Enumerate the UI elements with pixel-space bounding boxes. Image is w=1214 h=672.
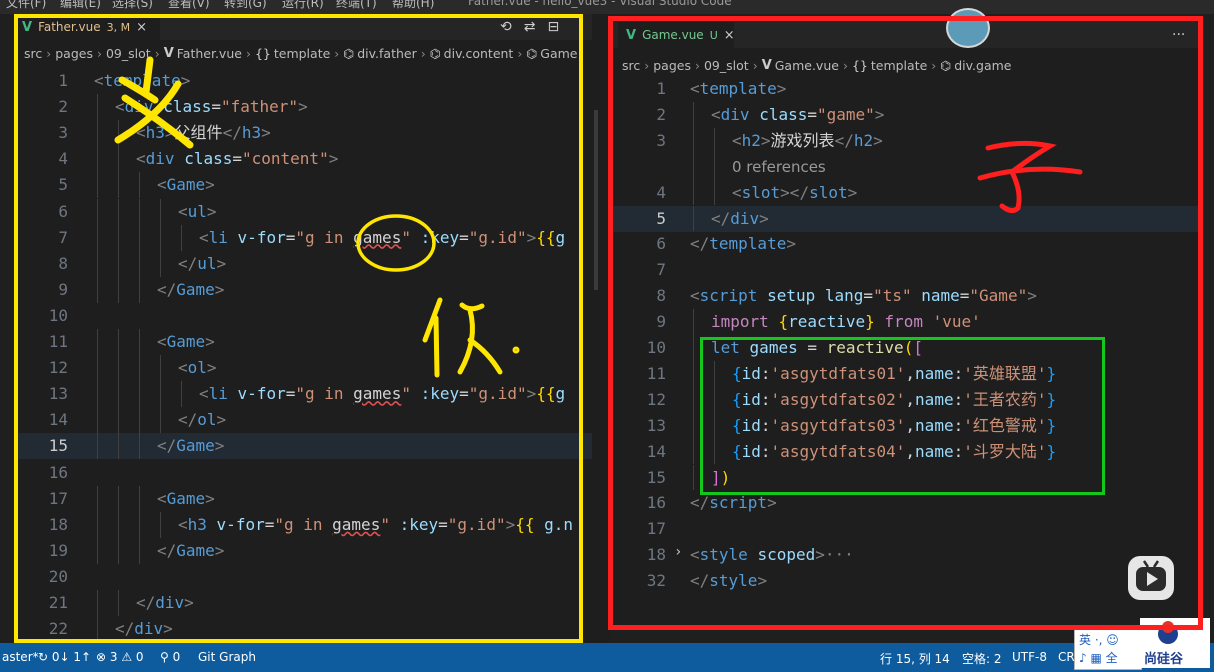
handwritten-child-char (977, 140, 1083, 214)
handwritten-father-char (114, 56, 194, 149)
handwriting-overlay (114, 56, 1083, 378)
circle-annotation (356, 214, 436, 272)
handwritten-yi-note (422, 297, 520, 378)
